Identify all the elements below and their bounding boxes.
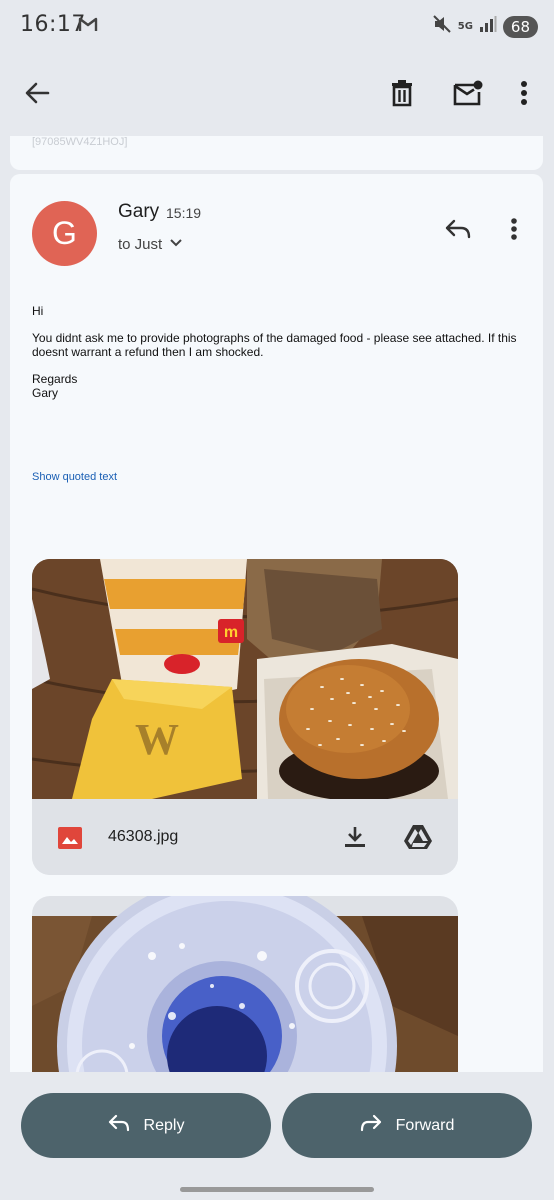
status-time: 16:17 [20,12,86,37]
attachment-filename: 46308.jpg [108,828,179,845]
download-icon[interactable] [337,819,373,855]
svg-text:m: m [224,624,238,641]
chevron-down-icon [166,232,186,256]
show-quoted-text-link[interactable]: Show quoted text [32,471,117,483]
message-body: Hi You didnt ask me to provide photograp… [32,304,522,400]
sender-name: Gary [118,201,160,222]
body-signoff: Regards [32,372,78,386]
mark-unread-icon[interactable] [450,75,486,111]
image-file-icon [58,827,82,849]
body-greeting: Hi [32,304,44,318]
recipient-label: to Just [118,235,163,253]
forward-arrow-icon [360,1114,382,1137]
avatar[interactable]: G [32,201,97,266]
svg-text:W: W [135,715,179,764]
signal-icon [479,15,497,38]
home-indicator[interactable] [180,1187,374,1192]
trash-icon[interactable] [384,75,420,111]
body-paragraph: You didnt ask me to provide photographs … [32,331,517,359]
attachment-card[interactable]: m W 46308.jpg [32,559,458,875]
body-signature: Gary [32,386,59,400]
attachment-thumbnail[interactable]: m W [32,559,458,799]
previous-message-card[interactable]: [97085WV4Z1HOJ] [10,136,543,170]
toolbar [0,62,554,124]
forward-button[interactable]: Forward [282,1093,532,1158]
bottom-action-bar: Reply Forward [0,1072,554,1200]
status-bar: 16:17 5G 68 [0,0,554,52]
reply-label: Reply [143,1116,185,1134]
more-vert-icon[interactable] [506,75,542,111]
drive-icon[interactable] [400,819,436,855]
forward-label: Forward [395,1116,455,1134]
message-more-icon[interactable] [496,211,532,247]
gmail-icon [78,16,98,37]
reply-arrow-icon [108,1114,130,1137]
reply-icon[interactable] [440,211,476,247]
recipient-toggle[interactable]: to Just [118,232,186,256]
network-type: 5G [457,20,473,32]
message-card: G Gary 15:19 to Just Hi You didnt ask me… [10,174,543,1072]
previous-message-snippet: [97085WV4Z1HOJ] [32,136,128,148]
battery-indicator: 68 [502,15,538,38]
reply-button[interactable]: Reply [21,1093,271,1158]
back-arrow-icon[interactable] [19,75,55,111]
attachment-bar: 46308.jpg [32,799,458,875]
sent-time: 15:19 [166,205,202,221]
attachment-card[interactable] [32,896,458,1072]
status-indicators: 5G 68 [432,14,538,39]
mute-icon [432,14,452,39]
attachment-thumbnail[interactable] [32,896,458,1072]
